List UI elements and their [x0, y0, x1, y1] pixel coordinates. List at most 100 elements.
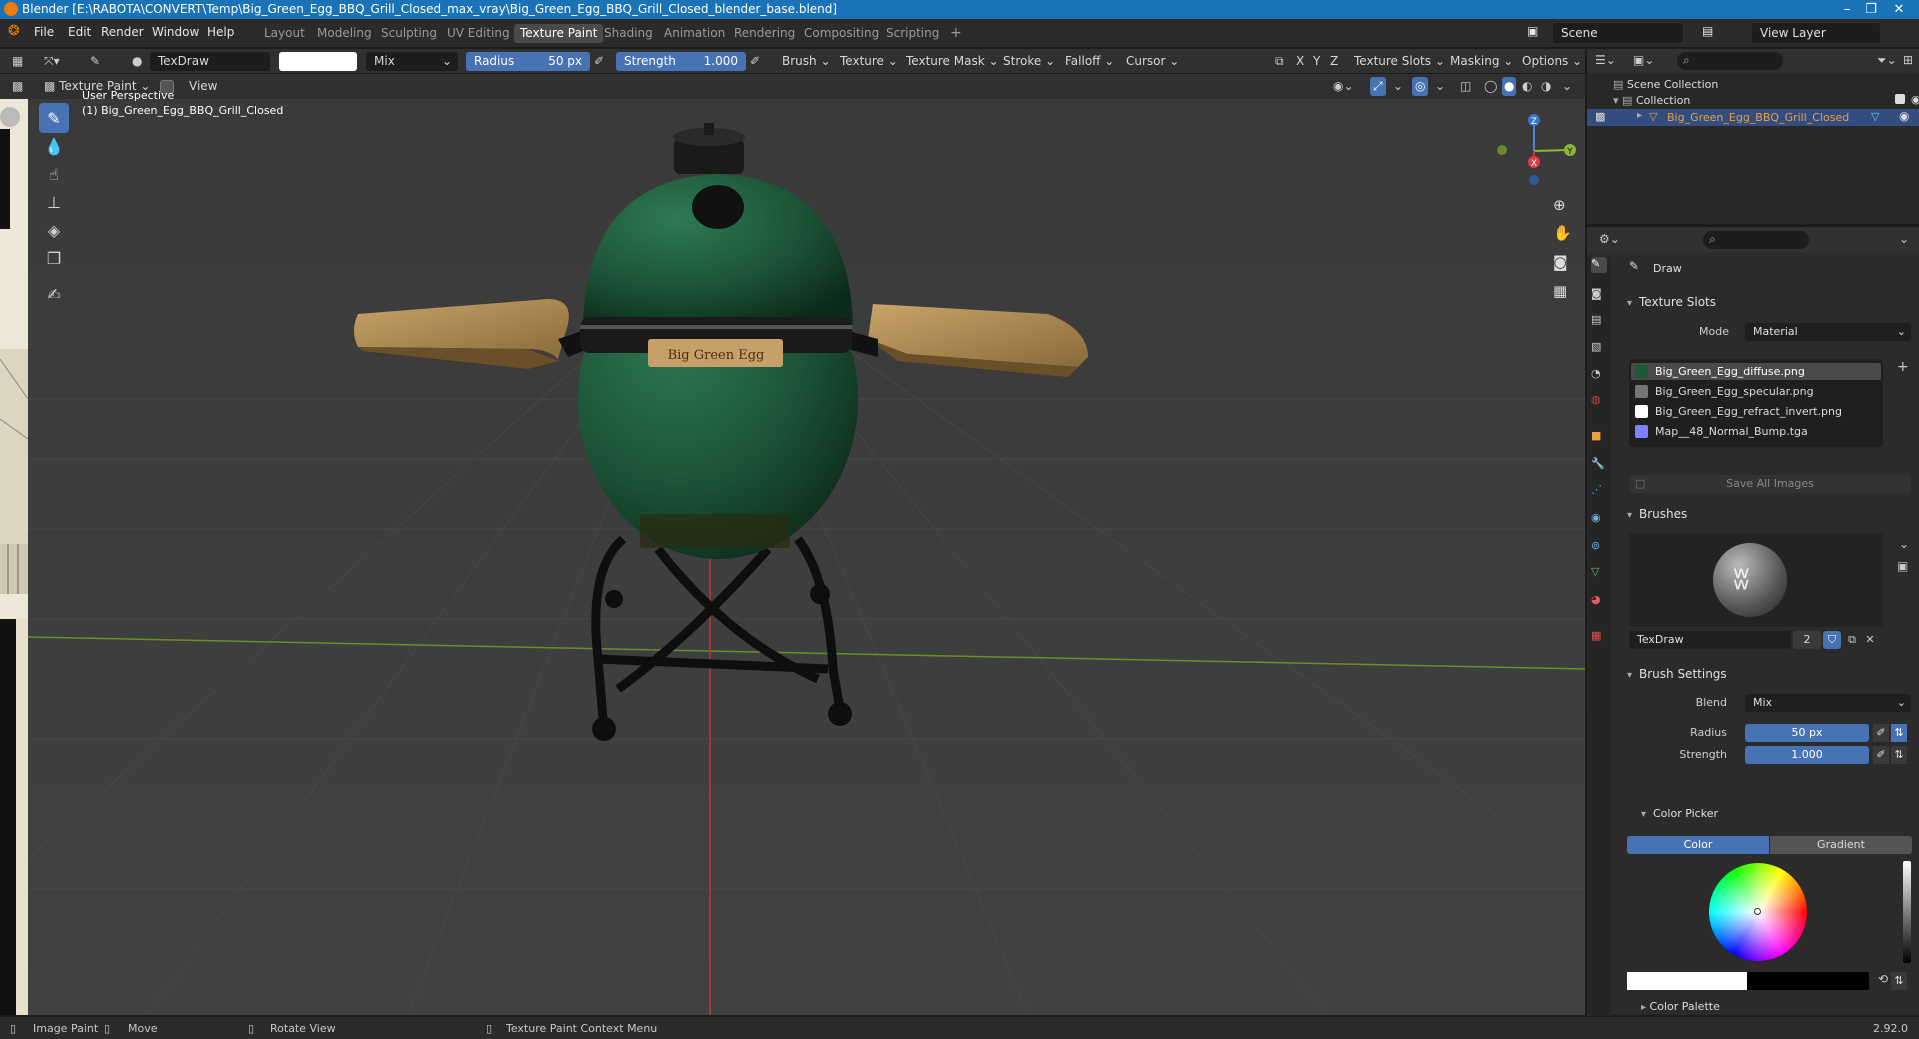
falloff-menu[interactable]: Falloff ⌄	[1065, 52, 1114, 71]
list-item[interactable]: Big_Green_Egg_specular.png	[1631, 383, 1881, 400]
ortho-grid-icon[interactable]: ▦	[1553, 282, 1567, 300]
strength-pressure-icon[interactable]: ✐	[750, 52, 760, 71]
object-row[interactable]: ▩ ▸ ▽ Big_Green_Egg_BBQ_Grill_Closed ▽ ◉	[1587, 109, 1919, 126]
list-item[interactable]: Big_Green_Egg_refract_invert.png	[1631, 403, 1881, 420]
texture-slots-header[interactable]: Texture Slots	[1627, 295, 1716, 309]
save-all-images-button[interactable]: ▢ Save All Images	[1629, 475, 1911, 493]
render-tab-icon[interactable]: ◙	[1591, 287, 1607, 303]
tab-gradient[interactable]: Gradient	[1770, 836, 1912, 854]
outliner-editor-icon[interactable]: ☰⌄	[1595, 53, 1616, 67]
texture-tab-icon[interactable]: ▦	[1591, 629, 1607, 645]
output-tab-icon[interactable]: ▤	[1591, 313, 1607, 329]
tab-rendering[interactable]: Rendering	[728, 24, 801, 43]
color-wheel[interactable]	[1709, 863, 1807, 961]
navigation-gizmo[interactable]: Z Y X	[1490, 108, 1580, 188]
collection-row[interactable]: ▾ ▤ Collection ◉	[1613, 93, 1919, 107]
material-tab-icon[interactable]: ◕	[1591, 593, 1607, 609]
properties-search-input[interactable]: ⌕	[1703, 231, 1809, 249]
strength-slider[interactable]: 1.000	[1745, 746, 1869, 764]
radius-slider[interactable]: 50 px	[1745, 724, 1869, 742]
mirror-y-toggle[interactable]: Y	[1313, 52, 1320, 71]
gizmo-dropdown-icon[interactable]: ⌄	[1393, 77, 1403, 96]
masking-menu[interactable]: Masking ⌄	[1450, 52, 1513, 71]
wireframe-shading-icon[interactable]: ◯	[1484, 77, 1497, 96]
color-palette-header[interactable]: ▸ Color Palette	[1641, 1000, 1720, 1013]
tab-uv-editing[interactable]: UV Editing	[441, 24, 516, 43]
tool-fill[interactable]: ◈	[39, 215, 69, 245]
visibility-icon[interactable]: ◉⌄	[1333, 77, 1354, 96]
constraints-tab-icon[interactable]: ⊚	[1591, 539, 1607, 555]
tab-layout[interactable]: Layout	[258, 24, 311, 43]
secondary-color-swatch[interactable]	[1747, 972, 1869, 990]
data-tab-icon[interactable]: ▽	[1591, 565, 1607, 581]
brush-color-swatch[interactable]	[279, 52, 357, 71]
image-icon[interactable]: ▣	[1897, 559, 1908, 573]
gizmo-neg-z[interactable]	[1529, 175, 1539, 185]
swap-colors-icon[interactable]: ⟲	[1875, 972, 1891, 990]
texture-mode-dropdown[interactable]: Material ⌄	[1745, 323, 1911, 341]
list-item[interactable]: Big_Green_Egg_diffuse.png	[1631, 363, 1881, 380]
properties-editor-icon[interactable]: ⚙⌄	[1599, 232, 1620, 246]
tab-animation[interactable]: Animation	[658, 24, 731, 43]
modifier-tab-icon[interactable]: 🔧	[1591, 457, 1607, 473]
tab-color[interactable]: Color	[1627, 836, 1769, 854]
zoom-icon[interactable]: ⊕	[1553, 196, 1566, 214]
rendered-shading-icon[interactable]: ◑	[1541, 77, 1551, 96]
display-mode-icon[interactable]: ▣⌄	[1633, 53, 1654, 67]
list-item[interactable]: Map__48_Normal_Bump.tga	[1631, 423, 1881, 440]
scene-selector-icon[interactable]: ▣	[1527, 24, 1538, 38]
gizmo-neg-y[interactable]	[1497, 145, 1507, 155]
eye-icon[interactable]: ◉	[1911, 93, 1919, 106]
close-button[interactable]: ✕	[1887, 0, 1911, 19]
brush-name-field[interactable]: TexDraw	[1629, 631, 1791, 649]
add-workspace-button[interactable]: +	[944, 24, 968, 43]
brushes-header[interactable]: Brushes	[1627, 507, 1687, 521]
tool-annotate[interactable]: ✍	[39, 279, 69, 309]
brush-menu[interactable]: Brush ⌄	[782, 52, 831, 71]
menu-file[interactable]: File	[34, 25, 54, 39]
maximize-button[interactable]: ❐	[1859, 0, 1883, 19]
blend-dropdown[interactable]: Mix ⌄	[1745, 694, 1911, 712]
xray-icon[interactable]: ◫	[1460, 77, 1471, 96]
new-collection-icon[interactable]: ⊞	[1903, 53, 1913, 67]
object-tab-icon[interactable]: ■	[1591, 429, 1607, 445]
tool-tab-icon[interactable]: ✎	[1591, 257, 1607, 273]
stroke-menu[interactable]: Stroke ⌄	[1003, 52, 1055, 71]
strength-unified-icon[interactable]: ⇅	[1891, 746, 1907, 764]
overlay-dropdown-icon[interactable]: ⌄	[1435, 77, 1445, 96]
color-swatch-white[interactable]	[1627, 972, 1747, 990]
brush-users-count[interactable]: 2	[1793, 631, 1821, 649]
camera-icon[interactable]: ◙	[1553, 253, 1568, 271]
color-picker-header[interactable]: Color Picker	[1641, 807, 1718, 820]
tool-icon[interactable]: ⤧▾	[44, 52, 60, 71]
color-unified-icon[interactable]: ⇅	[1891, 972, 1907, 990]
menu-window[interactable]: Window	[152, 25, 199, 39]
scene-tab-icon[interactable]: ◔	[1591, 367, 1607, 383]
strength-slider[interactable]: Strength 1.000	[616, 52, 746, 71]
filter-icon[interactable]: ⏷⌄	[1877, 53, 1897, 68]
editor-type-icon[interactable]: ▦	[12, 52, 23, 71]
tool-clone[interactable]: ⊥	[39, 187, 69, 217]
blender-menu-icon[interactable]: ❂	[8, 23, 20, 39]
color-wheel-cursor[interactable]	[1754, 908, 1761, 915]
pan-hand-icon[interactable]: ✋	[1553, 224, 1572, 242]
options-menu[interactable]: Options ⌄	[1522, 52, 1582, 71]
particles-tab-icon[interactable]: ⋰	[1591, 483, 1607, 499]
brush-icon[interactable]: ✎	[90, 52, 100, 71]
menu-help[interactable]: Help	[207, 25, 234, 39]
tool-draw[interactable]: ✎	[39, 103, 69, 133]
scene-field[interactable]: Scene	[1553, 23, 1683, 43]
image-editor-strip[interactable]	[0, 99, 28, 1015]
scene-collection-row[interactable]: ▤ Scene Collection	[1613, 78, 1718, 91]
view-layer-icon[interactable]: ▤	[1702, 24, 1713, 38]
brush-browse-icon[interactable]: ●	[132, 52, 142, 71]
brush-preview[interactable]: ʬ	[1629, 533, 1883, 627]
strength-pressure-icon[interactable]: ✐	[1873, 746, 1889, 764]
symmetry-icon[interactable]: ⧉	[1275, 52, 1284, 71]
fake-user-shield-icon[interactable]: ⛉	[1823, 631, 1841, 649]
cursor-menu[interactable]: Cursor ⌄	[1126, 52, 1179, 71]
world-tab-icon[interactable]: ◍	[1591, 393, 1607, 409]
menu-edit[interactable]: Edit	[68, 25, 91, 39]
tab-texture-paint[interactable]: Texture Paint	[514, 24, 604, 43]
outliner-search-input[interactable]: ⌕	[1677, 52, 1783, 70]
